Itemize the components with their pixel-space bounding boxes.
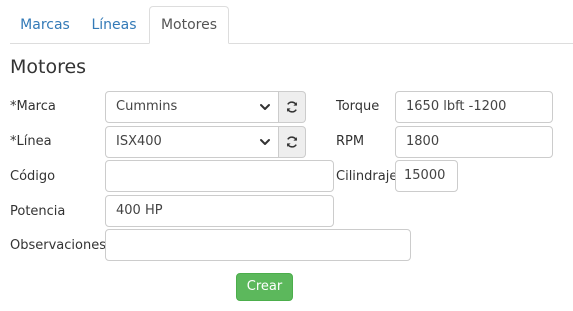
cilindraje-input[interactable]: 15000 <box>395 160 458 192</box>
linea-select[interactable]: ISX400 <box>105 126 279 158</box>
marca-label: *Marca <box>10 99 56 114</box>
observaciones-label: Observaciones <box>10 238 106 253</box>
tab-divider <box>10 43 573 44</box>
cilindraje-label: Cilindraje <box>336 169 398 184</box>
refresh-icon <box>286 136 298 148</box>
tab-bar: Marcas Líneas Motores <box>0 0 573 44</box>
tab-motores[interactable]: Motores <box>149 6 229 44</box>
linea-label: *Línea <box>10 134 52 149</box>
marca-select-value: Cummins <box>116 99 178 114</box>
codigo-label: Código <box>10 169 56 184</box>
rpm-label: RPM <box>336 134 365 149</box>
potencia-input[interactable]: 400 HP <box>105 195 334 227</box>
page-title: Motores <box>10 56 87 78</box>
linea-refresh-button[interactable] <box>279 126 306 158</box>
chevron-down-icon <box>260 139 270 145</box>
potencia-label: Potencia <box>10 204 66 219</box>
rpm-input[interactable]: 1800 <box>395 126 553 158</box>
create-button[interactable]: Crear <box>236 273 293 301</box>
chevron-down-icon <box>260 104 270 110</box>
refresh-icon <box>286 101 298 113</box>
codigo-input[interactable] <box>105 160 334 192</box>
tab-marcas[interactable]: Marcas <box>10 7 80 43</box>
linea-select-value: ISX400 <box>116 134 162 149</box>
tab-lineas[interactable]: Líneas <box>82 7 146 43</box>
torque-label: Torque <box>336 99 380 114</box>
torque-input[interactable]: 1650 lbft -1200 <box>395 91 553 123</box>
marca-refresh-button[interactable] <box>279 91 306 123</box>
marca-select[interactable]: Cummins <box>105 91 279 123</box>
observaciones-input[interactable] <box>105 229 411 261</box>
